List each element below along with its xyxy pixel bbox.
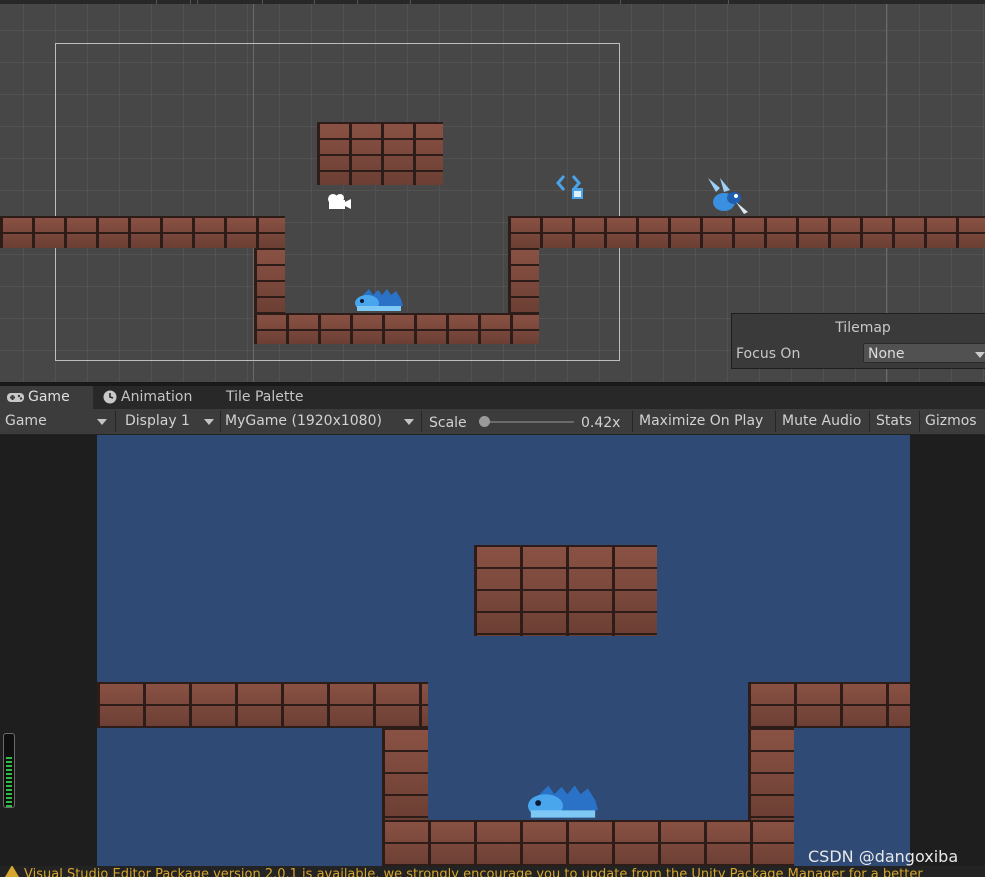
tile-brick — [508, 216, 985, 248]
tile-brick — [317, 122, 443, 185]
view-select[interactable]: Game — [5, 409, 112, 434]
game-view[interactable] — [97, 435, 910, 866]
tile-brick — [254, 313, 539, 344]
display-select-value: Display 1 — [125, 413, 190, 429]
tab-animation-label: Animation — [121, 389, 193, 405]
tab-tile-palette-label: Tile Palette — [226, 389, 304, 405]
tile-brick — [254, 248, 285, 313]
focus-on-value: None — [868, 346, 905, 362]
tile-brick — [382, 728, 428, 820]
tile-brick — [0, 216, 285, 248]
tab-game-label: Game — [28, 389, 70, 405]
toolbar-divider — [115, 411, 116, 432]
focus-on-label: Focus On — [736, 346, 801, 362]
tile-brick — [748, 682, 910, 728]
tile-brick — [508, 248, 539, 313]
mute-audio-toggle[interactable]: Mute Audio — [782, 409, 861, 434]
chevron-down-icon — [204, 419, 214, 425]
scale-slider-track[interactable] — [484, 421, 574, 423]
scale-slider-thumb[interactable] — [479, 416, 490, 427]
tilemap-overlay-panel: Tilemap Focus On None — [731, 313, 985, 369]
status-message: Visual Studio Editor Package version 2.0… — [24, 867, 923, 877]
toolbar-divider — [632, 411, 633, 432]
tab-bar: Game Animation Tile Palette — [0, 386, 985, 409]
script-gizmo-icon[interactable] — [555, 173, 585, 201]
tab-game[interactable]: Game — [0, 386, 93, 409]
chevron-down-icon — [97, 419, 107, 425]
gamepad-icon — [7, 392, 24, 402]
status-bar[interactable]: Visual Studio Editor Package version 2.0… — [0, 866, 985, 877]
audio-level-meter — [3, 733, 15, 808]
toolbar-divider — [421, 411, 422, 432]
warning-icon — [5, 866, 19, 877]
watermark: CSDN @dangoxiba — [808, 847, 959, 866]
enemy-fly-sprite[interactable] — [704, 176, 750, 216]
display-select[interactable]: Display 1 — [125, 409, 217, 434]
toolbar-divider — [220, 411, 221, 432]
view-select-value: Game — [5, 413, 47, 429]
maximize-on-play-toggle[interactable]: Maximize On Play — [639, 409, 763, 434]
tab-animation[interactable]: Animation — [103, 386, 192, 409]
stats-toggle[interactable]: Stats — [876, 409, 912, 434]
toolbar-divider — [775, 411, 776, 432]
tile-brick — [474, 545, 657, 636]
scale-label: Scale — [429, 415, 467, 431]
focus-on-select[interactable]: None — [863, 343, 985, 363]
chevron-down-icon — [404, 419, 414, 425]
resolution-select-value: MyGame (1920x1080) — [225, 413, 382, 429]
tilemap-panel-title: Tilemap — [835, 320, 891, 336]
scale-value: 0.42x — [581, 415, 621, 431]
tile-brick — [748, 728, 794, 820]
tab-tile-palette[interactable]: Tile Palette — [226, 386, 303, 409]
tile-brick — [382, 820, 794, 866]
toolbar-divider — [919, 411, 920, 432]
camera-gizmo-icon[interactable] — [324, 192, 352, 212]
resolution-select[interactable]: MyGame (1920x1080) — [225, 409, 417, 434]
clock-icon — [103, 390, 117, 404]
gizmos-toggle[interactable]: Gizmos — [925, 409, 977, 434]
player-sprite[interactable] — [525, 785, 601, 821]
game-toolbar: Game Display 1 MyGame (1920x1080) Scale … — [0, 409, 985, 435]
tile-brick — [97, 682, 428, 728]
player-sprite[interactable] — [353, 289, 405, 313]
chevron-down-icon — [975, 352, 985, 358]
toolbar-divider — [869, 411, 870, 432]
